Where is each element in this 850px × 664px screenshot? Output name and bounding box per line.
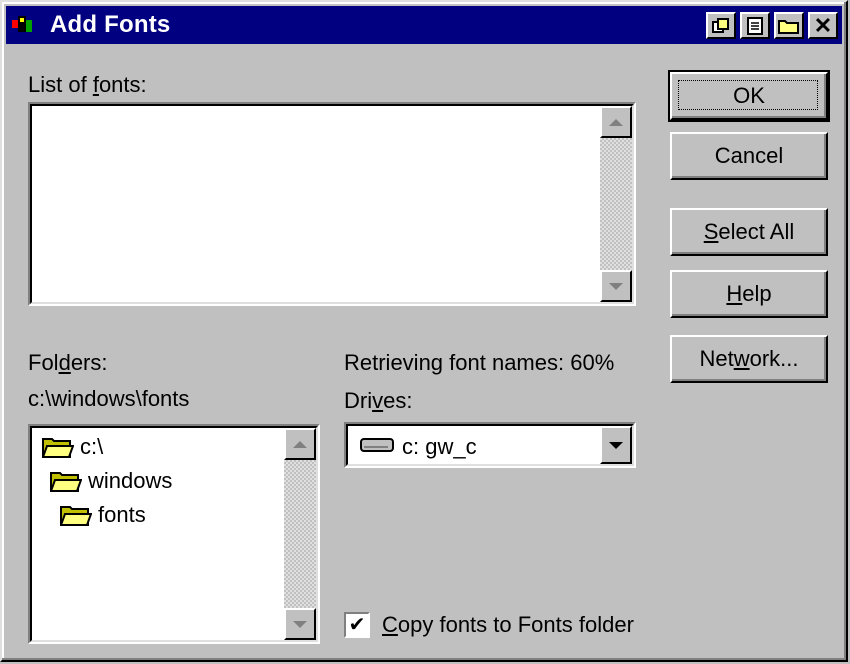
focus-rect [678, 80, 818, 110]
drives-selected-value: c: gw_c [402, 434, 477, 459]
arrow-up-icon [609, 118, 623, 126]
help-button[interactable]: Help [670, 270, 828, 318]
arrow-down-icon [293, 620, 307, 628]
folder-item-label: windows [88, 468, 173, 493]
folder-item-fonts[interactable]: fonts [60, 502, 146, 528]
add-fonts-dialog: Add Fonts ✕ List of fonts: Folders: c:\w… [0, 0, 848, 662]
fonts-scroll-up-button[interactable] [600, 106, 632, 138]
tile-icon [712, 17, 729, 33]
folders-scrollbar[interactable] [284, 428, 316, 640]
checkmark-icon: ✔ [348, 614, 366, 636]
drives-dropdown-button[interactable] [600, 426, 632, 464]
folders-scroll-up-button[interactable] [284, 428, 316, 460]
current-folder-path: c:\windows\fonts [28, 386, 190, 411]
folder-window-button[interactable] [774, 12, 804, 39]
arrow-up-icon [293, 440, 307, 448]
title-bar[interactable]: Add Fonts ✕ [6, 6, 842, 44]
dropdown-arrow-icon [609, 441, 623, 449]
tile-window-button[interactable] [706, 12, 736, 39]
fonts-list-scrollbar[interactable] [600, 106, 632, 302]
window-title: Add Fonts [50, 11, 171, 38]
drives-label: Drives: [344, 388, 413, 413]
ok-button[interactable]: OK [668, 70, 830, 122]
document-window-button[interactable] [740, 12, 770, 39]
copy-fonts-label[interactable]: Copy fonts to Fonts folder [382, 612, 634, 638]
folder-item-label: fonts [98, 502, 146, 527]
retrieving-status: Retrieving font names: 60% [344, 350, 615, 375]
folders-scroll-down-button[interactable] [284, 608, 316, 640]
folders-label: Folders: [28, 350, 108, 375]
fonts-app-icon [12, 16, 32, 32]
open-folder-icon [60, 506, 92, 526]
folder-item-windows[interactable]: windows [50, 468, 172, 494]
open-folder-icon [42, 438, 74, 458]
close-button[interactable]: ✕ [808, 12, 838, 39]
folder-item-label: c:\ [80, 434, 104, 459]
folders-tree[interactable]: c:\ windows fonts [28, 424, 320, 644]
fonts-scroll-down-button[interactable] [600, 270, 632, 302]
fonts-listbox[interactable] [28, 102, 636, 306]
close-icon: ✕ [813, 12, 833, 38]
open-folder-icon [50, 472, 82, 492]
fonts-list-label: List of fonts: [28, 72, 147, 97]
network-button[interactable]: Network... [670, 335, 828, 383]
cancel-button[interactable]: Cancel [670, 132, 828, 180]
document-icon [747, 16, 763, 35]
drives-dropdown[interactable]: c: gw_c [344, 422, 636, 468]
hard-drive-icon [360, 438, 394, 452]
folder-icon [778, 19, 799, 34]
folder-item-c[interactable]: c:\ [42, 434, 103, 460]
arrow-down-icon [609, 282, 623, 290]
select-all-button[interactable]: Select All [670, 208, 828, 256]
copy-fonts-checkbox[interactable]: ✔ [344, 612, 370, 638]
